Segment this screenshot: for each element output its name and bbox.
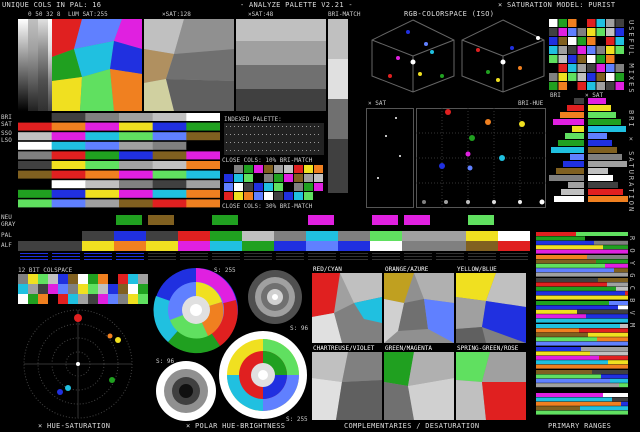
voronoi-lum-sat255 [52,19,142,111]
lum-sat-label: LUM SAT:255 [68,11,108,18]
primary-ranges [536,232,628,415]
hue-saturation-footer: × HUE-SATURATION [38,422,111,430]
bri-hue-scatter [416,108,546,208]
polar-hue-footer: × POLAR HUE-BRIGHTNESS [186,422,286,430]
bri-hue-label: BRI-HUE [518,100,544,107]
red-cyan-panel [312,273,382,343]
bri-saturation-label: BRI × SATURATION [627,110,635,214]
palette-strip [18,215,530,260]
indexed-palette-label: INDEXED PALETTE: [224,116,282,123]
sat-scatter-small [366,108,414,208]
bri-row-label: BRI [1,114,12,121]
green-magenta-panel [384,352,454,420]
polar-wheel-2 [248,270,302,324]
orange-azure-panel [384,273,454,343]
polar-wheel-3 [156,361,216,421]
colspace-label: 12 BIT COLSPACE [18,267,73,274]
sat128-label: ×SAT:128 [162,11,191,18]
orange-azure-label: ORANGE/AZURE [385,266,429,273]
polar-wheel-4 [219,331,307,419]
alf-row-label: ALF [1,242,12,249]
pal-row-label: PAL [1,232,12,239]
rgb-cube-2 [461,19,545,93]
spring-rose-label: SPRING-GREEN/ROSE [457,345,519,352]
lum-nums-label: 0 50 32 8 [28,11,61,18]
sorted-palette-rows [18,113,220,208]
bri-sat-bars [549,98,628,202]
yellow-blue-panel [456,273,526,343]
sat-row-label: SAT [1,121,12,128]
unique-cols-label: UNIQUE COLS IN PAL: 16 [2,1,102,9]
bri-match-strip [328,19,348,193]
saturation-model-label: × SATURATION MODEL: PURIST [498,1,616,9]
rgb-cube-1 [371,19,455,93]
spring-rose-panel [456,352,526,420]
sso-row-label: SSO [1,130,12,137]
sat-scatter-label: × SAT [368,100,387,107]
indexed-palette-grid [224,123,324,155]
hue-saturation-circle [23,309,133,419]
voronoi-sat48 [236,19,326,111]
chartreuse-violet-panel [312,352,382,420]
bri-match-label: BRI-MATCH [328,11,361,18]
useful-mixes-label: USEFUL MIXES [627,20,635,95]
close-cols-10-label: CLOSE COLS: 10% BRI-MATCH [222,157,313,164]
chartreuse-violet-label: CHARTREUSE/VIOLET [313,345,375,352]
rgb-colorspace-label: RGB-COLORSPACE (ISO) [404,10,495,18]
lso-row-label: LSO [1,137,12,144]
complementaries-footer: COMPLEMENTARIES / DESATURATION [344,422,480,430]
close-cols-30-label: CLOSE COLS: 30% BRI-MATCH [222,203,313,210]
primary-ranges-footer: PRIMARY RANGES [548,422,612,430]
green-magenta-label: GREEN/MAGENTA [385,345,432,352]
app-title: - ANALYZE PALETTE V2.21 - [240,1,353,9]
colspace-strip [18,274,148,304]
neu-row-label: NEU [1,214,12,221]
red-cyan-label: RED/CYAN [313,266,342,273]
polar-s255-b: S: 255 [286,416,308,423]
useful-mixes-grid [549,19,624,90]
voronoi-sat128 [144,19,234,111]
gray-row-label: GRAY [1,221,16,228]
sat48-label: ×SAT:48 [248,11,274,18]
roygcbvm-label: R O Y G C B V M [628,236,636,330]
close-cols-10-grid [224,165,323,200]
yellow-blue-label: YELLOW/BLUE [457,266,497,273]
